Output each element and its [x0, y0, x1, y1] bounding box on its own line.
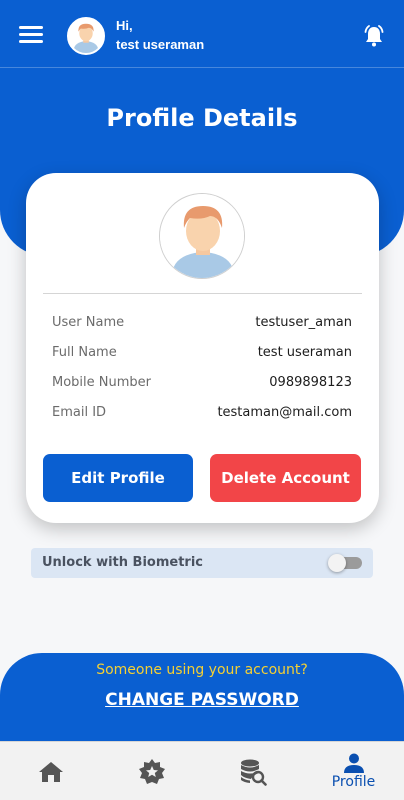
field-value: testuser_aman	[255, 314, 352, 330]
profile-avatar	[159, 193, 245, 279]
tab-data[interactable]	[202, 742, 303, 800]
home-icon	[38, 760, 64, 784]
edit-profile-button[interactable]: Edit Profile	[43, 454, 193, 502]
profile-row-fullname: Full Name test useraman	[52, 342, 352, 362]
tab-rewards[interactable]	[101, 742, 202, 800]
database-search-icon	[239, 758, 267, 786]
greeting-text: Hi,	[116, 18, 133, 33]
change-password-link[interactable]: CHANGE PASSWORD	[0, 690, 404, 710]
field-value: 0989898123	[269, 374, 352, 390]
profile-row-email: Email ID testaman@mail.com	[52, 402, 352, 422]
profile-card: User Name testuser_aman Full Name test u…	[26, 173, 379, 523]
profile-icon	[343, 753, 365, 773]
profile-row-mobile: Mobile Number 0989898123	[52, 372, 352, 392]
toggle-knob	[328, 554, 346, 572]
card-divider	[43, 293, 362, 294]
biometric-toggle[interactable]	[328, 554, 362, 572]
star-badge-icon	[138, 758, 166, 786]
tab-home[interactable]	[0, 742, 101, 800]
user-greeting: Hi, test useraman	[116, 16, 204, 54]
profile-row-username: User Name testuser_aman	[52, 312, 352, 332]
tab-label: Profile	[331, 774, 376, 790]
tab-profile[interactable]: Profile	[303, 742, 404, 800]
hamburger-menu-icon[interactable]	[19, 26, 45, 46]
field-label: Email ID	[52, 404, 107, 420]
biometric-setting: Unlock with Biometric	[31, 548, 373, 578]
field-value: testaman@mail.com	[217, 404, 352, 420]
bell-icon[interactable]	[362, 24, 386, 48]
security-question: Someone using your account?	[96, 662, 308, 678]
field-label: User Name	[52, 314, 125, 330]
page-title: Profile Details	[106, 104, 298, 132]
field-label: Mobile Number	[52, 374, 151, 390]
field-value: test useraman	[257, 344, 352, 360]
avatar[interactable]	[67, 17, 105, 55]
delete-account-button[interactable]: Delete Account	[210, 454, 361, 502]
header-username: test useraman	[116, 37, 205, 52]
bottom-tab-bar: Profile	[0, 741, 404, 800]
biometric-label: Unlock with Biometric	[42, 555, 203, 570]
field-label: Full Name	[52, 344, 117, 360]
